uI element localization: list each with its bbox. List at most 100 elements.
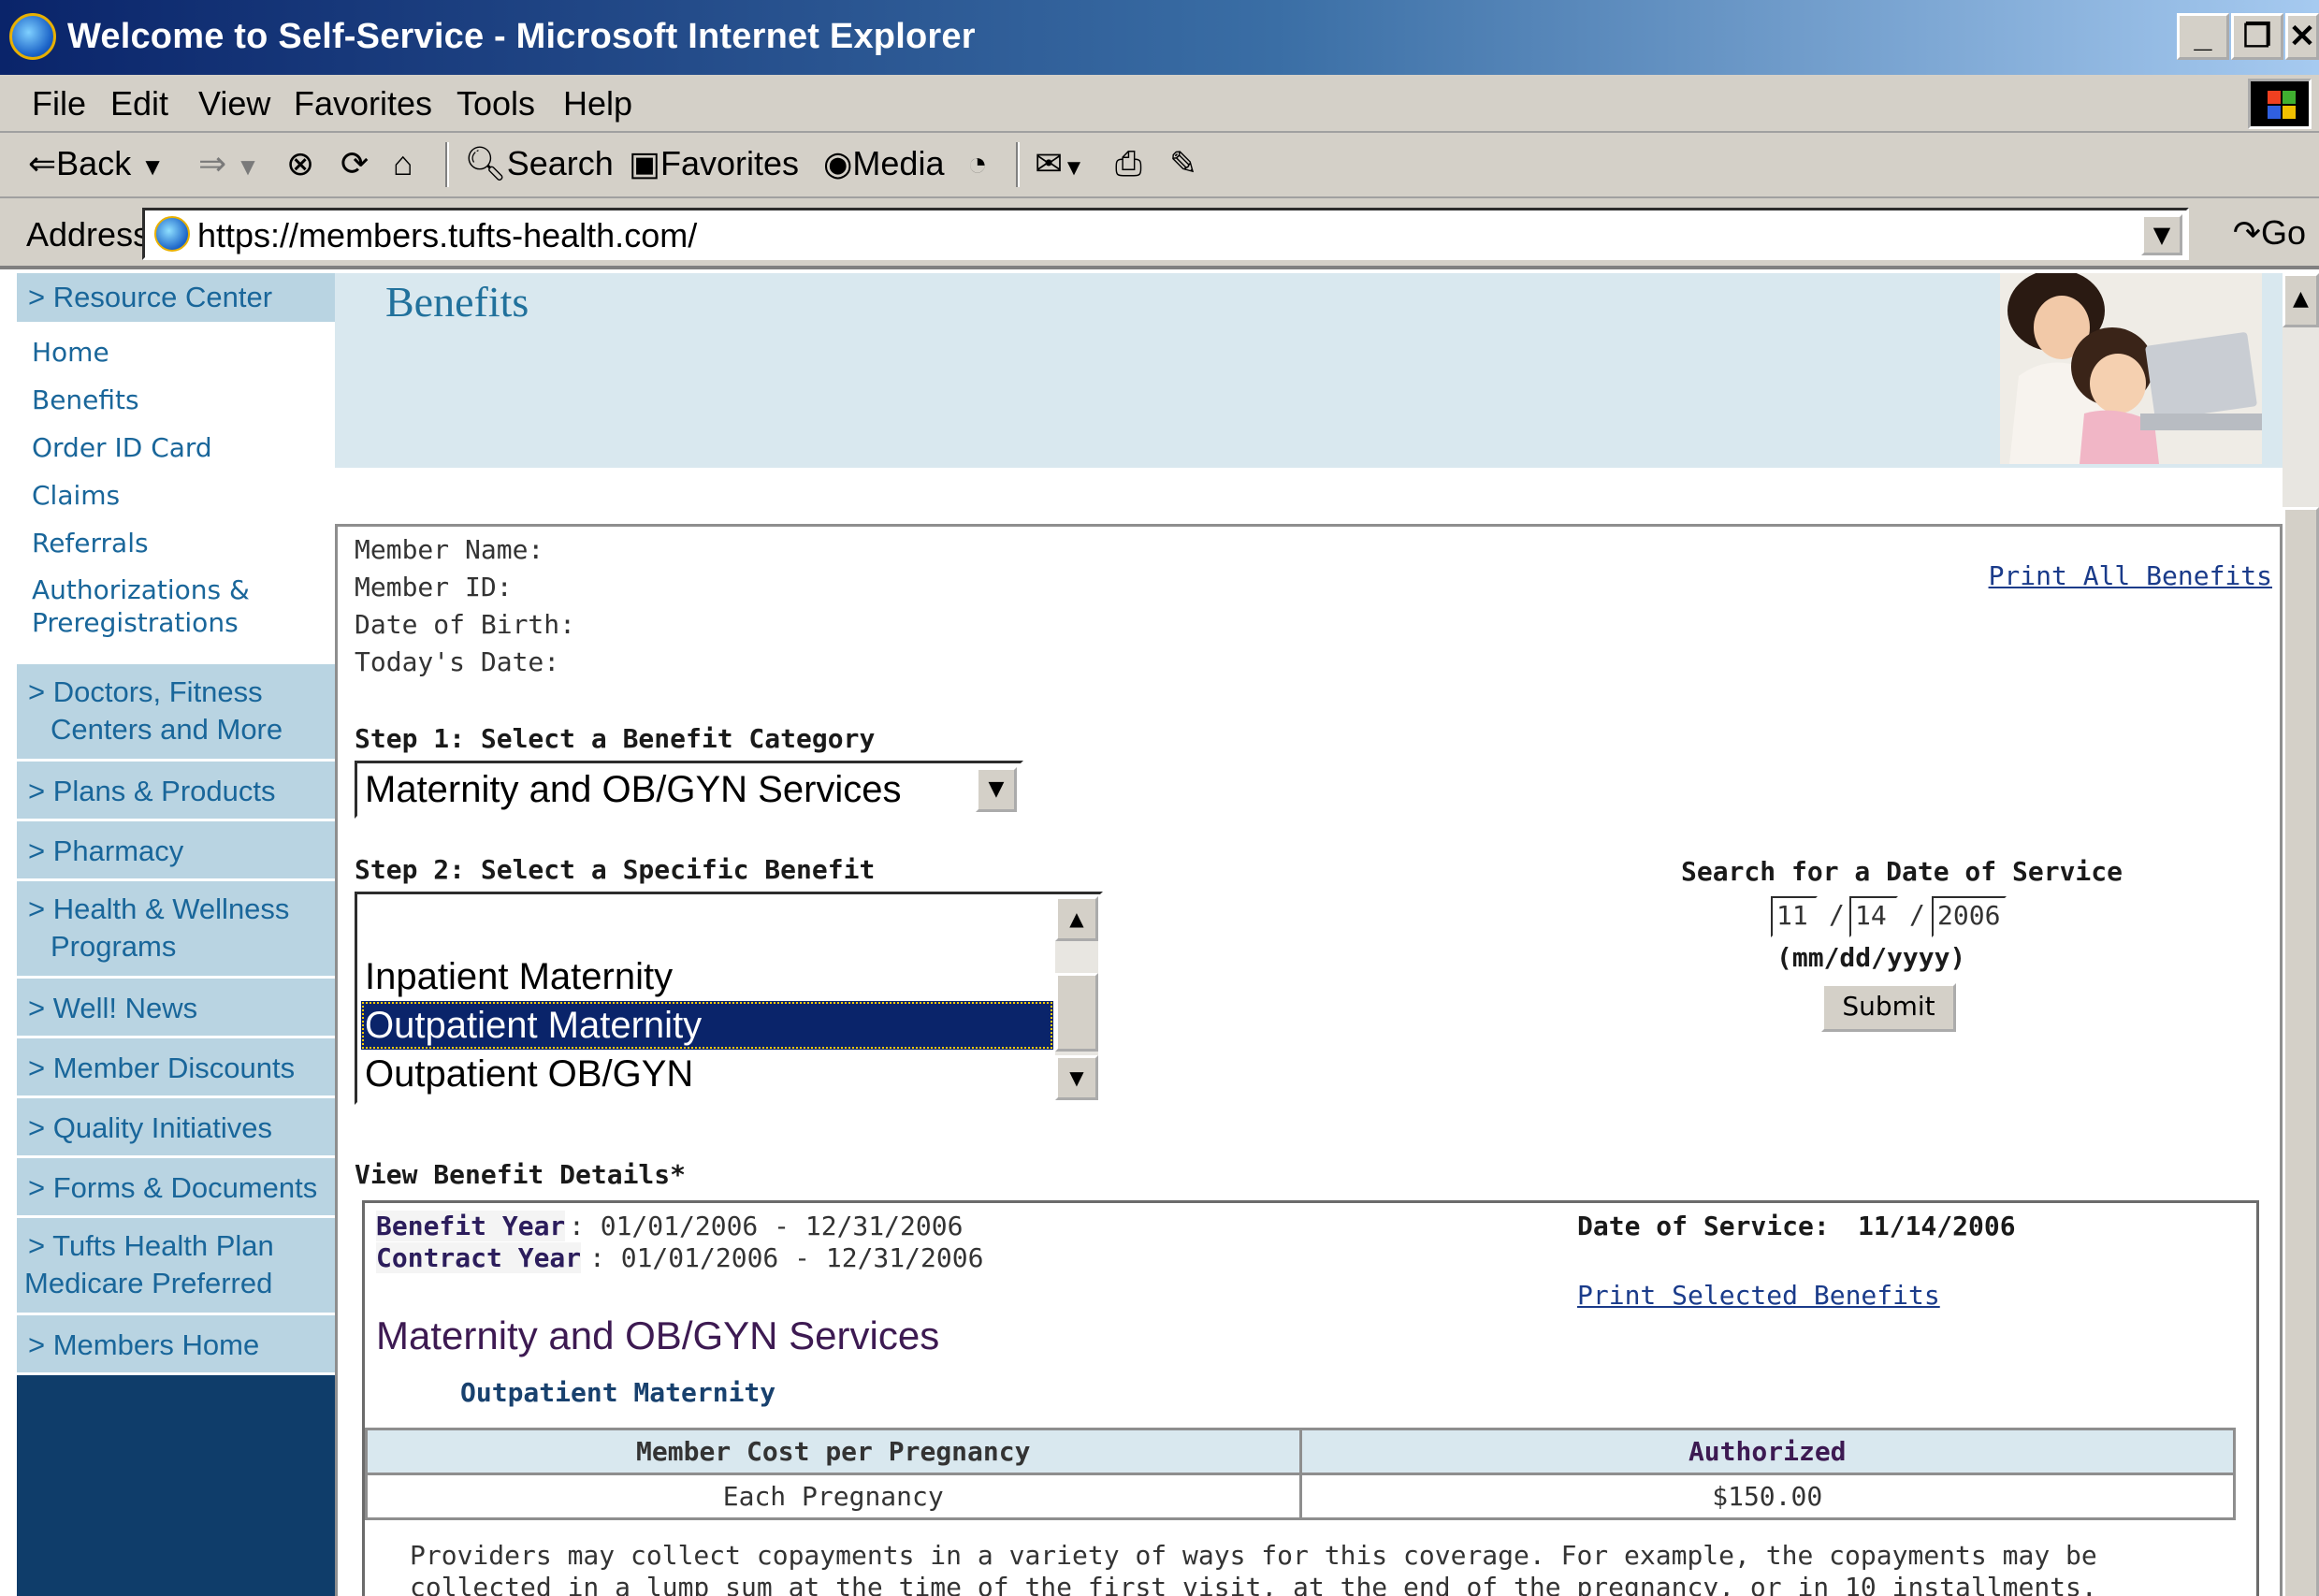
- scroll-up-icon[interactable]: ▲: [1055, 896, 1098, 941]
- column-header: Member Cost per Pregnancy: [365, 1428, 1302, 1475]
- table-cell: $150.00: [1298, 1473, 2236, 1520]
- windows-logo-icon: [2248, 79, 2312, 129]
- home-icon[interactable]: ⌂: [393, 144, 413, 183]
- sidebar-link-home[interactable]: Home: [32, 336, 109, 370]
- menu-edit[interactable]: Edit: [110, 84, 168, 123]
- list-item[interactable]: Inpatient Maternity: [361, 952, 1053, 1001]
- favorites-button[interactable]: ▣Favorites: [629, 144, 799, 183]
- scroll-thumb[interactable]: [1055, 973, 1098, 1052]
- address-input[interactable]: https://members.tufts-health.com/ ▼: [142, 208, 2189, 260]
- menu-file[interactable]: File: [32, 84, 86, 123]
- menu-view[interactable]: View: [198, 84, 270, 123]
- close-button[interactable]: ✕: [2285, 13, 2319, 60]
- benefit-year-label: Benefit Year: [376, 1211, 566, 1241]
- title-bar: Welcome to Self-Service - Microsoft Inte…: [0, 0, 2319, 75]
- restore-button[interactable]: ❐: [2231, 13, 2283, 60]
- address-label: Address: [26, 215, 151, 254]
- page-header: Benefits: [335, 273, 2283, 468]
- step1-label: Step 1: Select a Benefit Category: [355, 723, 876, 754]
- benefits-panel: Member Name: Member ID: Date of Birth: T…: [335, 524, 2283, 1596]
- table-cell: Each Pregnancy: [365, 1473, 1302, 1520]
- toolbar-separator: [445, 142, 449, 187]
- sidebar-item-quality-initiatives[interactable]: > Quality Initiatives: [17, 1098, 335, 1158]
- year-input[interactable]: 2006: [1932, 896, 2007, 937]
- refresh-icon[interactable]: ⟳: [341, 144, 369, 183]
- media-button[interactable]: ◉Media: [823, 144, 944, 183]
- address-url[interactable]: https://members.tufts-health.com/: [197, 216, 697, 255]
- sidebar-link-authorizations[interactable]: Authorizations &: [32, 573, 250, 607]
- date-of-service-label: Date of Service:: [1577, 1211, 1830, 1241]
- edit-icon[interactable]: ✎: [1169, 144, 1197, 183]
- address-dropdown-button[interactable]: ▼: [2141, 214, 2182, 255]
- history-icon[interactable]: ◔: [967, 144, 988, 183]
- address-bar: Address https://members.tufts-health.com…: [0, 198, 2319, 269]
- minimize-button[interactable]: _: [2177, 13, 2229, 60]
- sidebar-item-members-home[interactable]: > Members Home: [17, 1315, 335, 1375]
- mother-child-laptop-image: [2000, 273, 2262, 464]
- page-scrollbar[interactable]: ▲: [2283, 273, 2319, 1596]
- day-input[interactable]: 14: [1849, 896, 1898, 937]
- chevron-down-icon: ▼: [140, 152, 165, 181]
- step2-label: Step 2: Select a Specific Benefit: [355, 854, 876, 885]
- ie-icon: [9, 13, 56, 60]
- print-icon[interactable]: ⎙: [1115, 144, 1142, 184]
- list-item-selected[interactable]: Outpatient Maternity: [361, 1001, 1053, 1050]
- search-button[interactable]: 🔍︎Search: [464, 144, 614, 183]
- date-separator: /: [1829, 899, 1845, 930]
- sidebar-link-preregistrations[interactable]: Preregistrations: [32, 606, 239, 640]
- benefit-details-box: Benefit Year : 01/01/2006 - 12/31/2006 C…: [362, 1200, 2259, 1596]
- back-arrow-icon: ⇐: [28, 144, 57, 182]
- scroll-up-icon[interactable]: ▲: [2283, 273, 2319, 327]
- back-button[interactable]: ⇐Back ▼: [28, 144, 165, 183]
- view-benefit-details-heading: View Benefit Details*: [355, 1159, 687, 1190]
- month-input[interactable]: 11: [1771, 896, 1818, 937]
- specific-benefit-listbox[interactable]: Inpatient Maternity Outpatient Maternity…: [355, 892, 1103, 1105]
- menu-tools[interactable]: Tools: [457, 84, 535, 123]
- benefit-category-value: Maternity and OB/GYN Services: [365, 769, 902, 810]
- date-of-service-value: 11/14/2006: [1858, 1211, 2016, 1241]
- sidebar-link-benefits[interactable]: Benefits: [32, 384, 139, 417]
- stop-icon[interactable]: ⊗: [286, 144, 314, 183]
- print-all-benefits-link[interactable]: Print All Benefits: [1989, 560, 2272, 591]
- submit-button[interactable]: Submit: [1821, 983, 1956, 1032]
- menu-help[interactable]: Help: [563, 84, 632, 123]
- browser-toolbar: ⇐Back ▼ ⇒ ▼ ⊗ ⟳ ⌂ 🔍︎Search ▣Favorites ◉M…: [0, 133, 2319, 198]
- benefit-year-value: : 01/01/2006 - 12/31/2006: [569, 1211, 964, 1241]
- forward-button[interactable]: ⇒ ▼: [198, 144, 260, 183]
- scroll-thumb[interactable]: [2283, 507, 2319, 1596]
- cost-table: Member Cost per Pregnancy Authorized Eac…: [365, 1428, 2236, 1520]
- contract-year-value: : 01/01/2006 - 12/31/2006: [589, 1242, 984, 1273]
- listbox-scrollbar[interactable]: ▲ ▼: [1055, 896, 1098, 1100]
- list-item[interactable]: Outpatient OB/GYN: [361, 1050, 1053, 1098]
- sidebar-link-referrals[interactable]: Referrals: [32, 527, 149, 560]
- sidebar-item-medicare-preferred[interactable]: > Tufts Health Plan Medicare Preferred: [17, 1218, 335, 1315]
- sidebar-item-resource-center[interactable]: > Resource Center: [17, 273, 335, 325]
- table-row: Each Pregnancy $150.00: [365, 1473, 2236, 1520]
- todays-date-label: Today's Date:: [355, 646, 560, 677]
- benefit-subcategory-heading: Outpatient Maternity: [460, 1377, 776, 1408]
- window-title: Welcome to Self-Service - Microsoft Inte…: [67, 17, 976, 56]
- sidebar-item-forms-documents[interactable]: > Forms & Documents: [17, 1158, 335, 1218]
- sidebar-item-member-discounts[interactable]: > Member Discounts: [17, 1038, 335, 1098]
- sidebar-item-well-news[interactable]: > Well! News: [17, 979, 335, 1038]
- header-photo: [2000, 273, 2262, 464]
- column-header: Authorized: [1298, 1428, 2236, 1475]
- print-selected-benefits-link[interactable]: Print Selected Benefits: [1577, 1280, 1940, 1311]
- sidebar-item-health-wellness[interactable]: > Health & Wellness Programs: [17, 881, 335, 979]
- scroll-down-icon[interactable]: ▼: [1055, 1055, 1098, 1100]
- go-button[interactable]: ↷Go: [2233, 213, 2306, 253]
- sidebar-item-doctors[interactable]: > Doctors, Fitness Centers and More: [17, 664, 335, 762]
- date-format-hint: (mm/dd/yyyy): [1776, 942, 1966, 973]
- menu-favorites[interactable]: Favorites: [294, 84, 432, 123]
- sidebar-nav: > Resource Center Home Benefits Order ID…: [17, 273, 335, 1596]
- sidebar-link-order-id-card[interactable]: Order ID Card: [32, 431, 212, 465]
- sidebar-item-plans[interactable]: > Plans & Products: [17, 762, 335, 821]
- date-separator: /: [1909, 899, 1925, 930]
- sidebar-item-pharmacy[interactable]: > Pharmacy: [17, 821, 335, 881]
- mail-icon[interactable]: ✉▼: [1035, 144, 1085, 183]
- go-arrow-icon: ↷: [2232, 213, 2261, 252]
- media-icon: ◉: [823, 144, 853, 182]
- sidebar-link-claims[interactable]: Claims: [32, 479, 120, 513]
- benefit-category-select[interactable]: Maternity and OB/GYN Services ▼: [355, 761, 1023, 819]
- chevron-down-icon[interactable]: ▼: [976, 767, 1017, 812]
